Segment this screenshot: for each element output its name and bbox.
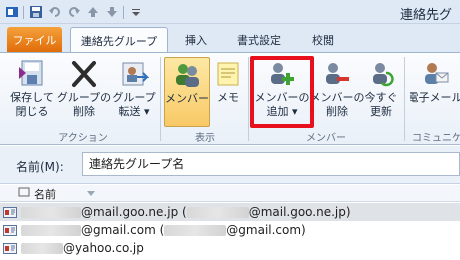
members-icon — [170, 58, 204, 92]
member-row[interactable]: @gmail.com ( @gmail.com) — [0, 221, 460, 239]
group-separator — [160, 57, 161, 141]
member-email-detail: @mail.goo.ne.jp) — [248, 205, 351, 219]
member-email-detail: @gmail.com) — [226, 223, 306, 237]
down-arrow-icon[interactable] — [104, 5, 119, 20]
redacted-name — [164, 224, 227, 236]
remove-member-label: メンバーの 削除 — [309, 91, 365, 118]
save-close-label: 保存して 閉じる — [10, 91, 54, 118]
ribbon: 保存して 閉じる グループの 削除 グループ 転送 ▾ アクション メンバー メ… — [0, 52, 460, 145]
save-icon[interactable] — [28, 5, 43, 20]
contact-card-icon — [3, 242, 17, 254]
remove-member-button[interactable]: メンバーの 削除 — [309, 57, 365, 127]
remove-member-icon — [320, 57, 354, 91]
title-bar: 連絡先グ — [0, 0, 460, 24]
redo-icon[interactable] — [66, 5, 81, 20]
window-title: 連絡先グ — [399, 8, 452, 23]
undo-icon[interactable] — [47, 5, 62, 20]
notes-button[interactable]: メモ — [212, 57, 244, 127]
tab-file[interactable]: ファイル — [7, 27, 62, 52]
member-row[interactable]: @yahoo.co.jp — [0, 239, 460, 257]
group-label-actions: アクション — [58, 133, 108, 144]
email-button[interactable]: 電子メール — [410, 57, 460, 127]
add-member-icon — [265, 57, 299, 91]
member-email: @mail.goo.ne.jp ( — [81, 205, 187, 219]
qat-separator — [23, 5, 24, 19]
save-close-button[interactable]: 保存して 閉じる — [8, 57, 56, 127]
save-close-icon — [15, 57, 49, 91]
email-label: 電子メール — [410, 91, 460, 104]
refresh-contacts-icon — [364, 57, 398, 91]
member-email: @gmail.com ( — [81, 223, 165, 237]
forward-group-icon — [117, 57, 151, 91]
quick-access-toolbar — [4, 3, 143, 21]
delete-x-icon — [67, 57, 101, 91]
group-name-input[interactable]: 連絡先グループ名 — [82, 152, 460, 176]
redacted-name — [186, 206, 249, 218]
delete-group-button[interactable]: グループの 削除 — [56, 57, 112, 127]
member-row[interactable]: @mail.goo.ne.jp ( @mail.goo.ne.jp) — [0, 203, 460, 221]
outlook-icon — [4, 5, 19, 20]
member-email: @yahoo.co.jp — [63, 241, 144, 255]
forward-group-label: グループ 転送 ▾ — [112, 91, 156, 118]
email-icon — [418, 57, 452, 91]
forward-group-button[interactable]: グループ 転送 ▾ — [112, 57, 156, 127]
add-members-label: メンバーの 追加 ▾ — [254, 91, 310, 118]
contact-card-icon — [3, 206, 17, 218]
name-field-label: 名前(M): — [16, 160, 64, 174]
sort-indicator-icon — [86, 188, 96, 201]
ribbon-tab-row: ファイル 連絡先グループ 挿入 書式設定 校閲 — [0, 24, 460, 53]
card-column-icon — [18, 186, 30, 201]
members-view-button[interactable]: メンバー — [164, 57, 210, 127]
customize-qat-icon[interactable] — [128, 5, 143, 20]
tab-review[interactable]: 校閲 — [298, 27, 348, 52]
member-list-header: 名前 — [0, 185, 460, 202]
members-label: メンバー — [165, 92, 209, 105]
redacted-name — [21, 242, 63, 254]
notes-icon — [211, 57, 245, 91]
tab-format[interactable]: 書式設定 — [224, 27, 294, 52]
notes-label: メモ — [217, 91, 239, 104]
group-separator — [404, 57, 405, 141]
tab-insert[interactable]: 挿入 — [176, 27, 216, 52]
redacted-name — [21, 224, 81, 236]
group-name-area: 名前(M): 連絡先グループ名 — [0, 146, 460, 184]
delete-group-label: グループの 削除 — [56, 91, 112, 118]
update-now-button[interactable]: 今すぐ 更新 — [364, 57, 398, 127]
tab-contact-group[interactable]: 連絡先グループ — [70, 27, 168, 53]
up-arrow-icon[interactable] — [85, 5, 100, 20]
group-label-communicate: コミュニケ — [412, 133, 460, 144]
update-now-label: 今すぐ 更新 — [364, 91, 398, 118]
group-separator — [248, 57, 249, 141]
redacted-name — [21, 206, 81, 218]
contact-card-icon — [3, 224, 17, 236]
group-label-show: 表示 — [195, 133, 215, 144]
qat-separator — [123, 5, 124, 19]
column-header-name[interactable]: 名前 — [34, 186, 56, 202]
group-label-members: メンバー — [306, 133, 346, 144]
add-members-button[interactable]: メンバーの 追加 ▾ — [254, 57, 310, 127]
